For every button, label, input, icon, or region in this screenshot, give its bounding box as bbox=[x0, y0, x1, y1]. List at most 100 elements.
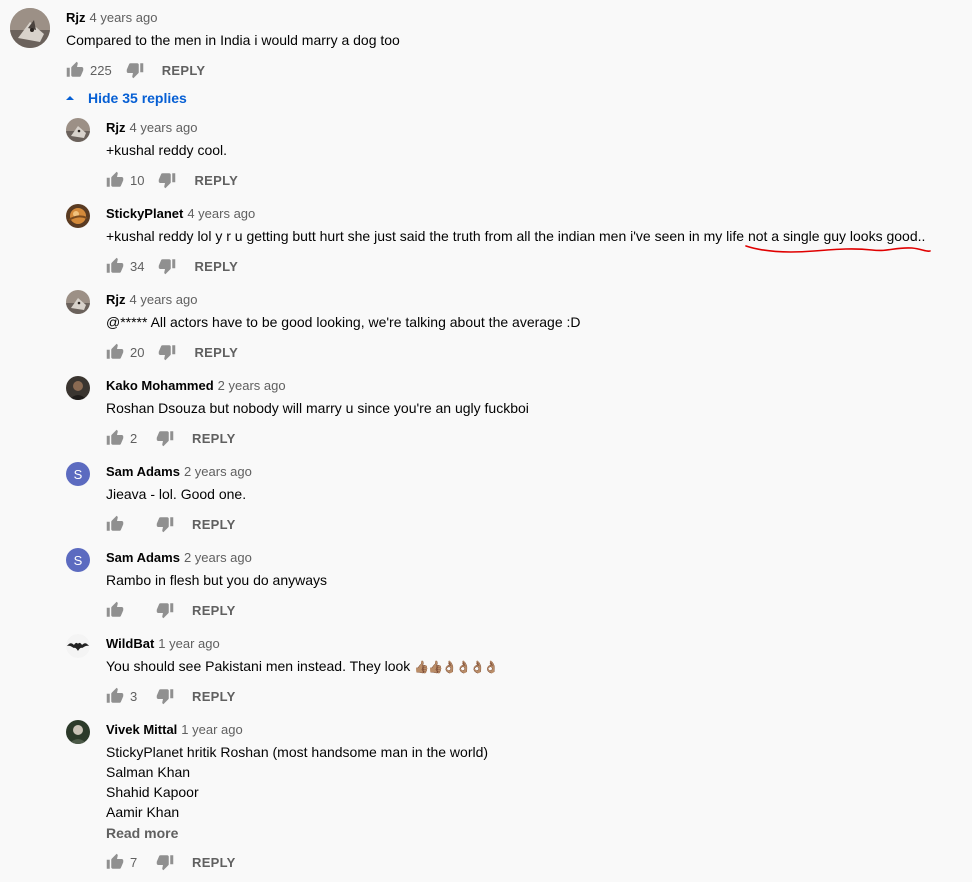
comment-text: @***** All actors have to be good lookin… bbox=[106, 314, 581, 330]
planet-avatar-icon[interactable] bbox=[66, 204, 90, 228]
reply-button[interactable]: REPLY bbox=[192, 517, 236, 532]
thumb-down-icon[interactable] bbox=[158, 171, 176, 189]
like-count: 225 bbox=[90, 62, 112, 78]
reply-comment: Kako Mohammed 2 years ago Roshan Dsouza b… bbox=[0, 374, 972, 454]
comment-actions: 3 REPLY bbox=[106, 686, 236, 706]
comment-actions: 225 REPLY bbox=[66, 60, 205, 80]
comment-text: +kushal reddy cool. bbox=[106, 142, 228, 158]
comment-header: Rjz 4 years ago bbox=[106, 119, 197, 137]
author-name[interactable]: Vivek Mittal bbox=[106, 722, 177, 737]
like-count: 7 bbox=[130, 854, 138, 870]
author-name[interactable]: WildBat bbox=[106, 636, 154, 651]
reply-comment: S Sam Adams 2 years ago Jieava - lol. Goo… bbox=[0, 460, 972, 540]
comment-header: Sam Adams 2 years ago bbox=[106, 549, 252, 567]
reply-comment: WildBat 1 year ago You should see Pakista… bbox=[0, 632, 972, 712]
read-more-link[interactable]: Read more bbox=[106, 825, 178, 841]
timestamp[interactable]: 4 years ago bbox=[90, 10, 158, 25]
thumb-down-icon[interactable] bbox=[156, 853, 174, 871]
comment-actions: REPLY bbox=[106, 514, 236, 534]
comment-text: Roshan Dsouza but nobody will marry u si… bbox=[106, 400, 529, 416]
comment-header: Rjz 4 years ago bbox=[66, 9, 157, 27]
red-underline-annotation bbox=[745, 245, 931, 253]
thumb-down-icon[interactable] bbox=[156, 515, 174, 533]
thumb-up-icon[interactable] bbox=[66, 61, 84, 79]
reply-button[interactable]: REPLY bbox=[194, 345, 238, 360]
timestamp[interactable]: 1 year ago bbox=[181, 722, 242, 737]
thumb-up-icon[interactable] bbox=[106, 343, 124, 361]
reply-comment: S Sam Adams 2 years ago Rambo in flesh bu… bbox=[0, 546, 972, 626]
author-name[interactable]: Rjz bbox=[106, 120, 126, 135]
comment-line: Aamir Khan bbox=[106, 804, 180, 820]
comment-text: Compared to the men in India i would mar… bbox=[66, 32, 400, 48]
bat-avatar-icon[interactable] bbox=[66, 634, 90, 658]
comment-text: Jieava - lol. Good one. bbox=[106, 486, 247, 502]
timestamp[interactable]: 4 years ago bbox=[187, 206, 255, 221]
author-name[interactable]: Sam Adams bbox=[106, 464, 180, 479]
reply-comment: Vivek Mittal 1 year ago StickyPlanet hrit… bbox=[0, 718, 972, 882]
reply-button[interactable]: REPLY bbox=[192, 689, 236, 704]
avatar-letter: S bbox=[73, 552, 83, 568]
reply-button[interactable]: REPLY bbox=[162, 63, 206, 78]
reply-button[interactable]: REPLY bbox=[192, 603, 236, 618]
timestamp[interactable]: 2 years ago bbox=[184, 464, 252, 479]
comment-header: Rjz 4 years ago bbox=[106, 291, 197, 309]
timestamp[interactable]: 1 year ago bbox=[158, 636, 219, 651]
timestamp[interactable]: 4 years ago bbox=[130, 292, 198, 307]
reply-button[interactable]: REPLY bbox=[194, 259, 238, 274]
comment-header: Kako Mohammed 2 years ago bbox=[106, 377, 286, 395]
comment-actions: REPLY bbox=[106, 600, 236, 620]
cat-avatar-icon[interactable] bbox=[10, 8, 50, 48]
thumb-up-icon[interactable] bbox=[106, 601, 124, 619]
avatar-letter: S bbox=[73, 466, 83, 482]
like-count: 3 bbox=[130, 688, 138, 704]
comment-text-content: You should see Pakistani men instead. Th… bbox=[106, 658, 411, 674]
thumb-down-icon[interactable] bbox=[156, 601, 174, 619]
reply-button[interactable]: REPLY bbox=[194, 173, 238, 188]
reply-comment: Rjz 4 years ago +kushal reddy cool. 10 RE… bbox=[0, 116, 972, 196]
thumb-down-icon[interactable] bbox=[158, 257, 176, 275]
reply-button[interactable]: REPLY bbox=[192, 855, 236, 870]
author-name[interactable]: Rjz bbox=[106, 292, 126, 307]
author-name[interactable]: StickyPlanet bbox=[106, 206, 183, 221]
like-count: 10 bbox=[130, 172, 145, 188]
comment-thread: Rjz 4 years ago Compared to the men in In… bbox=[0, 0, 972, 882]
comment-line: StickyPlanet hritik Roshan (most handsom… bbox=[106, 744, 489, 760]
person-avatar-icon[interactable] bbox=[66, 376, 90, 400]
timestamp[interactable]: 4 years ago bbox=[130, 120, 198, 135]
comment-text: StickyPlanet hritik Roshan (most handsom… bbox=[106, 742, 488, 822]
comment-header: Sam Adams 2 years ago bbox=[106, 463, 252, 481]
thumb-up-icon[interactable] bbox=[106, 429, 124, 447]
comment-actions: 7 REPLY bbox=[106, 852, 236, 872]
hide-replies-label: Hide 35 replies bbox=[88, 90, 187, 106]
person-avatar-icon[interactable] bbox=[66, 720, 90, 744]
comment-header: Vivek Mittal 1 year ago bbox=[106, 721, 243, 739]
comment-text: You should see Pakistani men instead. Th… bbox=[106, 656, 499, 677]
thumb-up-icon[interactable] bbox=[106, 515, 124, 533]
emoji-sequence: 👍🏽👍🏽👌🏽👌🏽👌🏽👌🏽 bbox=[414, 660, 499, 674]
thumb-up-icon[interactable] bbox=[106, 853, 124, 871]
author-name[interactable]: Sam Adams bbox=[106, 550, 180, 565]
thumb-down-icon[interactable] bbox=[158, 343, 176, 361]
cat-avatar-icon[interactable] bbox=[66, 118, 90, 142]
comment-actions: 20 REPLY bbox=[106, 342, 238, 362]
thumb-down-icon[interactable] bbox=[156, 429, 174, 447]
comment-actions: 2 REPLY bbox=[106, 428, 236, 448]
like-count: 34 bbox=[130, 258, 145, 274]
reply-comment: Rjz 4 years ago @***** All actors have to… bbox=[0, 288, 972, 368]
author-name[interactable]: Kako Mohammed bbox=[106, 378, 214, 393]
thumb-down-icon[interactable] bbox=[156, 687, 174, 705]
hide-replies-button[interactable]: Hide 35 replies bbox=[64, 88, 187, 108]
comment-actions: 10 REPLY bbox=[106, 170, 238, 190]
thumb-down-icon[interactable] bbox=[126, 61, 144, 79]
thumb-up-icon[interactable] bbox=[106, 687, 124, 705]
comment-text: Rambo in flesh but you do anyways bbox=[106, 572, 328, 588]
timestamp[interactable]: 2 years ago bbox=[184, 550, 252, 565]
thumb-up-icon[interactable] bbox=[106, 171, 124, 189]
author-name[interactable]: Rjz bbox=[66, 10, 86, 25]
reply-button[interactable]: REPLY bbox=[192, 431, 236, 446]
letter-avatar[interactable]: S bbox=[66, 462, 90, 486]
cat-avatar-icon[interactable] bbox=[66, 290, 90, 314]
thumb-up-icon[interactable] bbox=[106, 257, 124, 275]
timestamp[interactable]: 2 years ago bbox=[218, 378, 286, 393]
letter-avatar[interactable]: S bbox=[66, 548, 90, 572]
